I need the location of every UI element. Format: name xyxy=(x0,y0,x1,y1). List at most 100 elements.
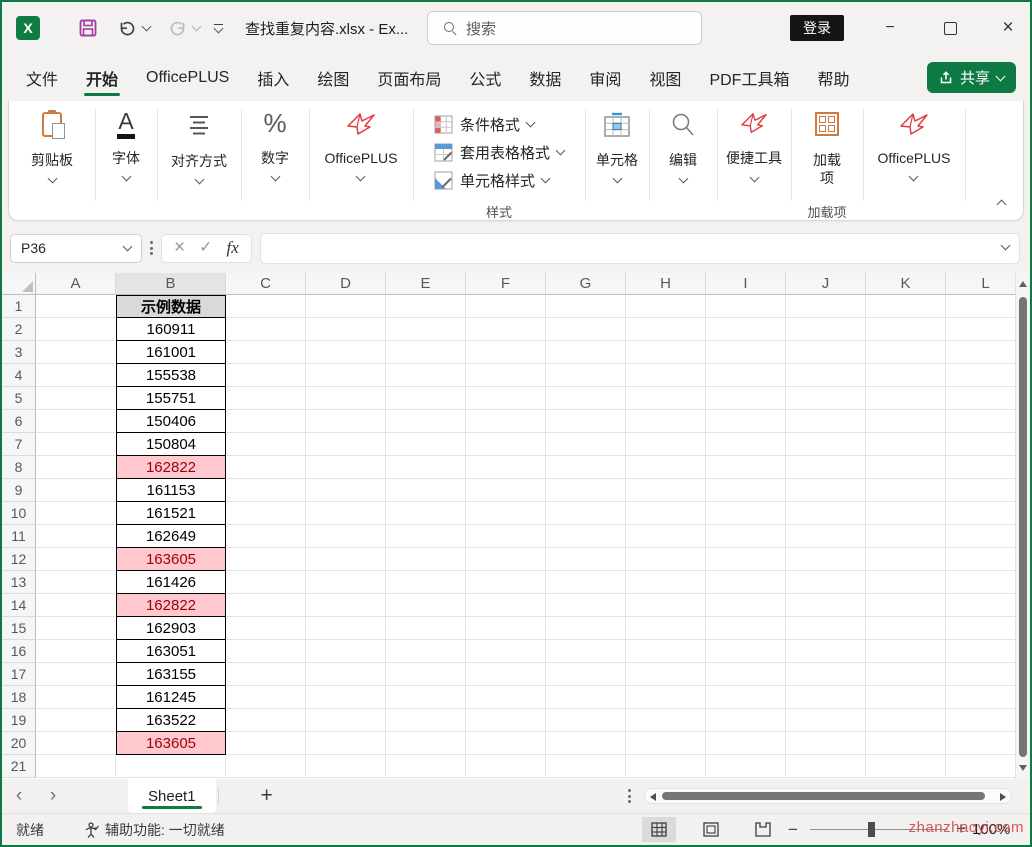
cell-I12[interactable] xyxy=(706,548,786,571)
cell-G20[interactable] xyxy=(546,732,626,755)
cell-K7[interactable] xyxy=(866,433,946,456)
cell-I15[interactable] xyxy=(706,617,786,640)
cell-L19[interactable] xyxy=(946,709,1017,732)
cell-E11[interactable] xyxy=(386,525,466,548)
cell-G21[interactable] xyxy=(546,755,626,778)
row-header-10[interactable]: 10 xyxy=(2,502,36,525)
cell-J16[interactable] xyxy=(786,640,866,663)
cell-J6[interactable] xyxy=(786,410,866,433)
cell-F14[interactable] xyxy=(466,594,546,617)
cell-K12[interactable] xyxy=(866,548,946,571)
cell-E1[interactable] xyxy=(386,295,466,318)
vertical-scrollbar[interactable] xyxy=(1015,273,1029,779)
cell-K2[interactable] xyxy=(866,318,946,341)
ribbon-tab-文件[interactable]: 文件 xyxy=(12,54,72,101)
cell-G3[interactable] xyxy=(546,341,626,364)
row-header-6[interactable]: 6 xyxy=(2,410,36,433)
column-header-B[interactable]: B xyxy=(116,273,226,295)
column-header-A[interactable]: A xyxy=(36,273,116,295)
cell-B15[interactable]: 162903 xyxy=(116,617,226,640)
cell-J14[interactable] xyxy=(786,594,866,617)
cell-L18[interactable] xyxy=(946,686,1017,709)
cell-H18[interactable] xyxy=(626,686,706,709)
ribbon-tab-插入[interactable]: 插入 xyxy=(243,54,303,101)
cell-E12[interactable] xyxy=(386,548,466,571)
cancel-icon[interactable] xyxy=(174,238,185,258)
cell-H21[interactable] xyxy=(626,755,706,778)
maximize-button[interactable] xyxy=(928,8,972,48)
undo-dropdown-icon[interactable] xyxy=(142,22,152,32)
row-header-13[interactable]: 13 xyxy=(2,571,36,594)
row-header-3[interactable]: 3 xyxy=(2,341,36,364)
add-sheet-button[interactable]: + xyxy=(261,784,273,808)
ribbon-group-alignment[interactable]: 对齐方式 xyxy=(157,101,241,220)
cell-D2[interactable] xyxy=(306,318,386,341)
scroll-down-icon[interactable] xyxy=(1019,765,1027,771)
cell-styles-button[interactable]: 单元格样式 xyxy=(434,166,549,194)
cell-E21[interactable] xyxy=(386,755,466,778)
cell-F21[interactable] xyxy=(466,755,546,778)
cell-F18[interactable] xyxy=(466,686,546,709)
cell-I17[interactable] xyxy=(706,663,786,686)
cell-I19[interactable] xyxy=(706,709,786,732)
cell-D13[interactable] xyxy=(306,571,386,594)
redo-icon[interactable] xyxy=(168,20,187,37)
share-button[interactable]: 共享 xyxy=(927,62,1016,93)
cell-I2[interactable] xyxy=(706,318,786,341)
scroll-up-icon[interactable] xyxy=(1019,281,1027,287)
cell-C16[interactable] xyxy=(226,640,306,663)
cell-A12[interactable] xyxy=(36,548,116,571)
page-layout-view-button[interactable] xyxy=(694,817,728,842)
ribbon-tab-公式[interactable]: 公式 xyxy=(455,54,515,101)
cell-L7[interactable] xyxy=(946,433,1017,456)
cell-B1[interactable]: 示例数据 xyxy=(116,295,226,318)
cell-I8[interactable] xyxy=(706,456,786,479)
cell-D21[interactable] xyxy=(306,755,386,778)
cell-B17[interactable]: 163155 xyxy=(116,663,226,686)
cell-J17[interactable] xyxy=(786,663,866,686)
cell-B20[interactable]: 163605 xyxy=(116,732,226,755)
cell-F4[interactable] xyxy=(466,364,546,387)
row-header-11[interactable]: 11 xyxy=(2,525,36,548)
cell-H1[interactable] xyxy=(626,295,706,318)
cell-L5[interactable] xyxy=(946,387,1017,410)
cell-A15[interactable] xyxy=(36,617,116,640)
cell-L3[interactable] xyxy=(946,341,1017,364)
column-header-J[interactable]: J xyxy=(786,273,866,295)
ribbon-tab-数据[interactable]: 数据 xyxy=(515,54,575,101)
cell-I21[interactable] xyxy=(706,755,786,778)
cell-L14[interactable] xyxy=(946,594,1017,617)
row-header-5[interactable]: 5 xyxy=(2,387,36,410)
cell-H5[interactable] xyxy=(626,387,706,410)
cell-C10[interactable] xyxy=(226,502,306,525)
cell-K11[interactable] xyxy=(866,525,946,548)
scroll-right-icon[interactable] xyxy=(1000,793,1006,801)
row-header-14[interactable]: 14 xyxy=(2,594,36,617)
column-header-K[interactable]: K xyxy=(866,273,946,295)
cell-E17[interactable] xyxy=(386,663,466,686)
cell-C20[interactable] xyxy=(226,732,306,755)
previous-sheet-icon[interactable] xyxy=(2,785,36,807)
cell-F3[interactable] xyxy=(466,341,546,364)
cell-L11[interactable] xyxy=(946,525,1017,548)
cell-A3[interactable] xyxy=(36,341,116,364)
cell-L12[interactable] xyxy=(946,548,1017,571)
cell-C7[interactable] xyxy=(226,433,306,456)
accessibility-status[interactable]: 辅助功能: 一切就绪 xyxy=(84,820,225,840)
cell-E15[interactable] xyxy=(386,617,466,640)
cell-H2[interactable] xyxy=(626,318,706,341)
cell-L8[interactable] xyxy=(946,456,1017,479)
customize-quick-access-icon[interactable] xyxy=(214,24,223,32)
cell-L1[interactable] xyxy=(946,295,1017,318)
cell-G5[interactable] xyxy=(546,387,626,410)
cell-I6[interactable] xyxy=(706,410,786,433)
cell-C21[interactable] xyxy=(226,755,306,778)
cell-H3[interactable] xyxy=(626,341,706,364)
cell-I7[interactable] xyxy=(706,433,786,456)
cell-H13[interactable] xyxy=(626,571,706,594)
cell-H8[interactable] xyxy=(626,456,706,479)
cell-G14[interactable] xyxy=(546,594,626,617)
cell-G10[interactable] xyxy=(546,502,626,525)
cell-J13[interactable] xyxy=(786,571,866,594)
undo-icon[interactable] xyxy=(118,20,137,37)
